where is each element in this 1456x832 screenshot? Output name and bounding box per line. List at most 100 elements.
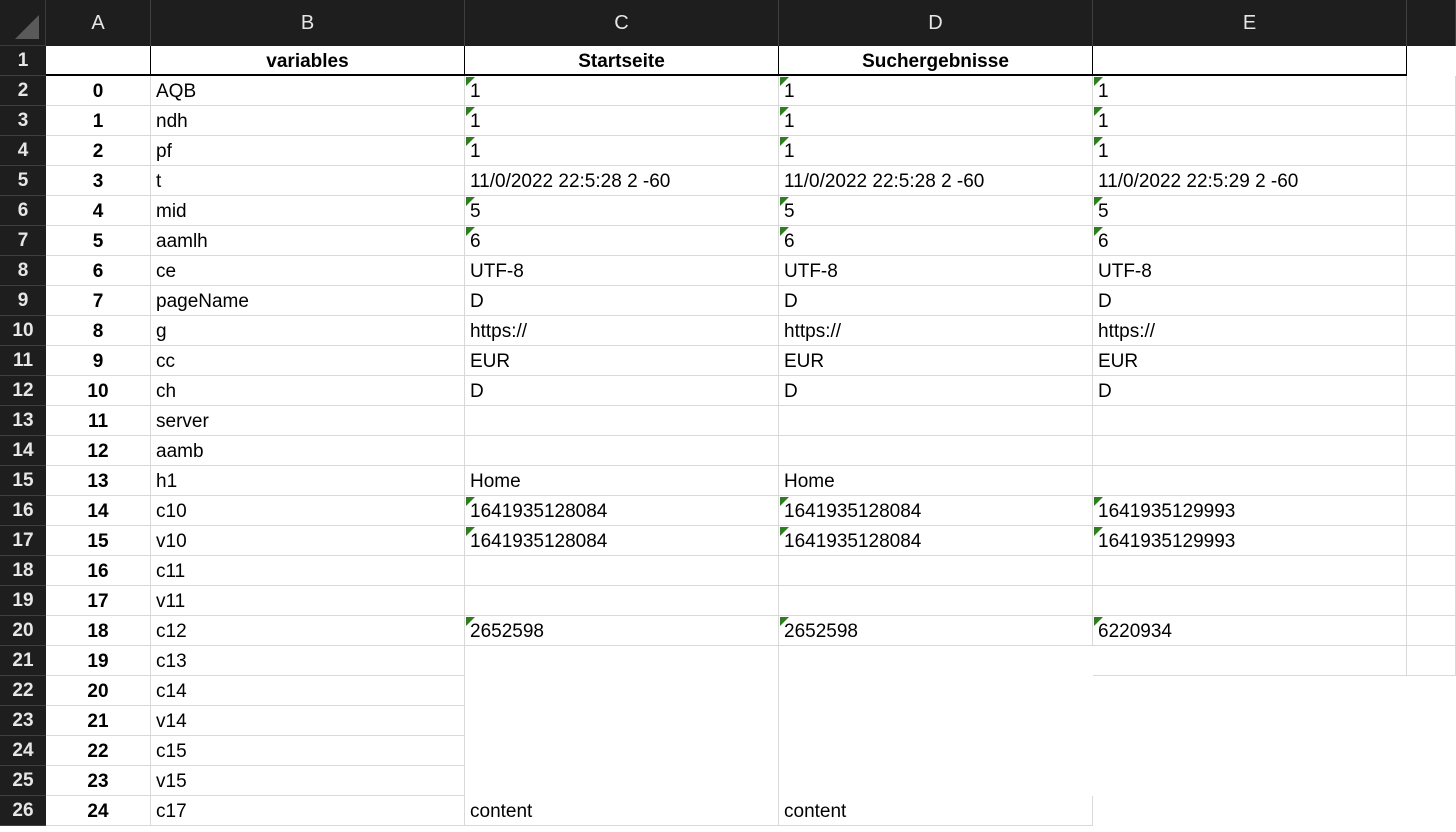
cell-f8[interactable] [1407,256,1456,286]
cell-e1[interactable] [1093,46,1407,76]
cell-d21[interactable] [779,646,1093,676]
cell-e13[interactable] [1093,406,1407,436]
cell-d26[interactable]: content [779,796,1093,826]
cell-e21[interactable] [1093,646,1407,676]
row-header-6[interactable]: 6 [0,196,46,226]
cell-f24[interactable] [1407,736,1456,766]
cell-b12[interactable]: ch [151,376,465,406]
cell-c18[interactable] [465,556,779,586]
cell-c17[interactable]: 1641935128084 [465,526,779,556]
cell-a6[interactable]: 4 [46,196,151,226]
cell-c11[interactable]: EUR [465,346,779,376]
cell-f25[interactable] [1407,766,1456,796]
cell-c23[interactable] [465,706,779,736]
cell-d23[interactable] [779,706,1093,736]
cell-b1[interactable]: variables [151,46,465,76]
cell-c8[interactable]: UTF-8 [465,256,779,286]
cell-c20[interactable]: 2652598 [465,616,779,646]
cell-b23[interactable]: v14 [151,706,465,736]
cell-f5[interactable] [1407,166,1456,196]
cell-d7[interactable]: 6 [779,226,1093,256]
cell-c15[interactable]: Home [465,466,779,496]
cell-c16[interactable]: 1641935128084 [465,496,779,526]
cell-c4[interactable]: 1 [465,136,779,166]
row-header-20[interactable]: 20 [0,616,46,646]
cell-b4[interactable]: pf [151,136,465,166]
cell-f11[interactable] [1407,346,1456,376]
cell-b24[interactable]: c15 [151,736,465,766]
cell-f21[interactable] [1407,646,1456,676]
cell-c3[interactable]: 1 [465,106,779,136]
row-header-18[interactable]: 18 [0,556,46,586]
cell-c2[interactable]: 1 [465,76,779,106]
row-header-15[interactable]: 15 [0,466,46,496]
cell-c19[interactable] [465,586,779,616]
cell-b6[interactable]: mid [151,196,465,226]
cell-f18[interactable] [1407,556,1456,586]
cell-e14[interactable] [1093,436,1407,466]
cell-f7[interactable] [1407,226,1456,256]
cell-e18[interactable] [1093,556,1407,586]
column-header-a[interactable]: A [46,0,151,46]
cell-b15[interactable]: h1 [151,466,465,496]
cell-d18[interactable] [779,556,1093,586]
cell-f2[interactable] [1407,76,1456,106]
row-header-24[interactable]: 24 [0,736,46,766]
cell-d6[interactable]: 5 [779,196,1093,226]
cell-d24[interactable] [779,736,1093,766]
cell-c6[interactable]: 5 [465,196,779,226]
cell-f13[interactable] [1407,406,1456,436]
cell-a3[interactable]: 1 [46,106,151,136]
row-header-22[interactable]: 22 [0,676,46,706]
cell-e3[interactable]: 1 [1093,106,1407,136]
cell-f9[interactable] [1407,286,1456,316]
cell-c21[interactable] [465,646,779,676]
cell-e11[interactable]: EUR [1093,346,1407,376]
row-header-1[interactable]: 1 [0,46,46,76]
cell-b22[interactable]: c14 [151,676,465,706]
cell-e8[interactable]: UTF-8 [1093,256,1407,286]
cell-a25[interactable]: 23 [46,766,151,796]
spreadsheet-grid[interactable]: ABCDE 1 2 3 4 5 6 7 8 9 10 11 12 13 14 15 16 17 18 19 20 21 2… [0,0,1456,832]
cell-d19[interactable] [779,586,1093,616]
cell-f16[interactable] [1407,496,1456,526]
cell-b3[interactable]: ndh [151,106,465,136]
cell-d22[interactable] [779,676,1093,706]
cell-a1[interactable] [46,46,151,76]
row-header-21[interactable]: 21 [0,646,46,676]
row-header-10[interactable]: 10 [0,316,46,346]
cell-c26[interactable]: content [465,796,779,826]
cell-b20[interactable]: c12 [151,616,465,646]
cell-d15[interactable]: Home [779,466,1093,496]
cell-a13[interactable]: 11 [46,406,151,436]
cell-e12[interactable]: D [1093,376,1407,406]
cell-e25[interactable] [1093,766,1407,796]
cell-f4[interactable] [1407,136,1456,166]
cell-f6[interactable] [1407,196,1456,226]
cell-e16[interactable]: 1641935129993 [1093,496,1407,526]
cell-a17[interactable]: 15 [46,526,151,556]
cell-d3[interactable]: 1 [779,106,1093,136]
cell-f19[interactable] [1407,586,1456,616]
cell-e20[interactable]: 6220934 [1093,616,1407,646]
row-header-9[interactable]: 9 [0,286,46,316]
cell-f12[interactable] [1407,376,1456,406]
cell-d8[interactable]: UTF-8 [779,256,1093,286]
cell-c5[interactable]: 11/0/2022 22:5:28 2 -60 [465,166,779,196]
cell-a9[interactable]: 7 [46,286,151,316]
cell-b16[interactable]: c10 [151,496,465,526]
cell-a4[interactable]: 2 [46,136,151,166]
cell-c7[interactable]: 6 [465,226,779,256]
cell-e5[interactable]: 11/0/2022 22:5:29 2 -60 [1093,166,1407,196]
cell-f22[interactable] [1407,676,1456,706]
select-all-corner[interactable] [0,0,46,46]
column-header-b[interactable]: B [151,0,465,46]
row-header-26[interactable]: 26 [0,796,46,826]
cell-b11[interactable]: cc [151,346,465,376]
cell-b25[interactable]: v15 [151,766,465,796]
cell-b21[interactable]: c13 [151,646,465,676]
cell-f14[interactable] [1407,436,1456,466]
cell-a2[interactable]: 0 [46,76,151,106]
column-header-e[interactable]: E [1093,0,1407,46]
cell-b10[interactable]: g [151,316,465,346]
